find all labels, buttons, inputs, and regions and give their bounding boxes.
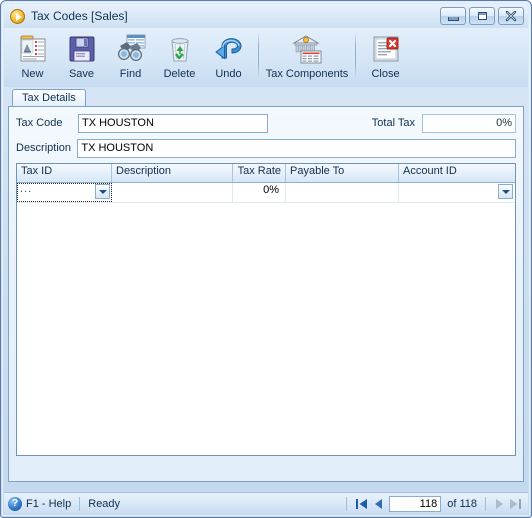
help-text[interactable]: F1 - Help [26, 498, 71, 510]
toolbar-separator [258, 32, 259, 78]
account-id-chevron-down-icon[interactable] [498, 184, 513, 199]
cell-tax-id[interactable]: ... [17, 183, 112, 202]
tab-tax-details-label: Tax Details [22, 92, 76, 104]
grid-header-description[interactable]: Description [112, 164, 233, 182]
document-close-x-icon [370, 33, 402, 65]
question-mark-icon[interactable]: ? [8, 496, 22, 511]
tab-strip: Tax Details [8, 88, 524, 106]
tax-id-chevron-down-icon[interactable] [95, 184, 110, 199]
window-title: Tax Codes [Sales] [31, 9, 128, 23]
record-navigator: of 118 [346, 495, 524, 512]
new-document-icon [17, 33, 49, 65]
grid-header-payable-to[interactable]: Payable To [286, 164, 399, 182]
tax-code-input[interactable] [78, 113, 268, 133]
restore-icon [470, 8, 494, 24]
new-button-label: New [21, 68, 44, 80]
description-row: Description [16, 138, 516, 158]
new-button[interactable]: New [8, 30, 57, 83]
table-row[interactable]: ... 0% [17, 183, 515, 203]
title-bar: Tax Codes [Sales] [4, 4, 528, 28]
client-area: Tax Details Tax Code Total Tax Descripti… [4, 88, 528, 483]
caption-button-group [440, 7, 526, 25]
nav-divider-right [485, 496, 486, 511]
description-input[interactable] [77, 138, 516, 158]
undo-button-label: Undo [215, 68, 242, 80]
toolbar-separator-2 [355, 32, 356, 78]
grid-header-tax-id[interactable]: Tax ID [17, 164, 112, 182]
status-bar: ? F1 - Help Ready of 118 [4, 492, 528, 514]
first-record-button[interactable] [353, 496, 370, 512]
cell-account-id[interactable] [399, 183, 514, 202]
grid-header-account-id[interactable]: Account ID [399, 164, 514, 182]
cell-tax-rate[interactable]: 0% [233, 183, 286, 202]
play-circle-icon [10, 8, 25, 24]
close-button[interactable]: Close [361, 30, 410, 83]
cell-description[interactable] [112, 183, 233, 202]
delete-button-label: Delete [163, 68, 196, 80]
tax-code-label: Tax Code [16, 117, 63, 129]
cell-payable-to[interactable] [286, 183, 399, 202]
floppy-disk-save-icon [66, 33, 98, 65]
status-divider [79, 496, 81, 511]
minimize-button[interactable] [440, 7, 466, 25]
binoculars-find-icon [115, 33, 147, 65]
last-record-button[interactable] [507, 496, 524, 512]
grid-header-row: Tax ID Description Tax Rate Payable To A… [17, 164, 515, 183]
find-button[interactable]: Find [106, 30, 155, 83]
find-button-label: Find [119, 68, 142, 80]
tax-components-button-label: Tax Components [265, 68, 349, 80]
grid-header-tax-rate[interactable]: Tax Rate [233, 164, 286, 182]
cell-tax-id-value: ... [20, 183, 33, 195]
record-number-input[interactable] [389, 495, 442, 512]
tax-details-panel: Tax Code Total Tax Description Tax ID De… [8, 106, 524, 482]
status-text: Ready [88, 497, 121, 510]
delete-button[interactable]: Delete [155, 30, 204, 83]
close-window-button[interactable] [498, 7, 524, 25]
undo-button[interactable]: Undo [204, 30, 253, 83]
main-toolbar: New Save Find Delete Undo Tax Components… [4, 28, 528, 87]
application-window: Tax Codes [Sales] New Save Find Delete U… [0, 0, 532, 518]
description-label: Description [16, 142, 72, 154]
close-x-icon [499, 8, 523, 24]
previous-record-button[interactable] [370, 496, 387, 512]
next-record-button[interactable] [490, 496, 507, 512]
recycle-bin-delete-icon [164, 33, 196, 65]
undo-arrow-icon [213, 33, 245, 65]
total-tax-value [422, 113, 516, 133]
tax-components-button[interactable]: Tax Components [264, 30, 350, 83]
close-button-label: Close [371, 68, 400, 80]
record-total-label: of 118 [447, 497, 477, 510]
tab-tax-details[interactable]: Tax Details [12, 89, 86, 106]
tax-code-row: Tax Code Total Tax [16, 113, 516, 133]
nav-divider-left [346, 496, 348, 511]
save-button[interactable]: Save [57, 30, 106, 83]
minimize-icon [441, 8, 465, 24]
total-tax-label: Total Tax [371, 117, 415, 129]
bank-tax-components-icon [291, 33, 323, 65]
restore-button[interactable] [469, 7, 495, 25]
tax-components-grid: Tax ID Description Tax Rate Payable To A… [16, 163, 516, 456]
save-button-label: Save [68, 68, 95, 80]
